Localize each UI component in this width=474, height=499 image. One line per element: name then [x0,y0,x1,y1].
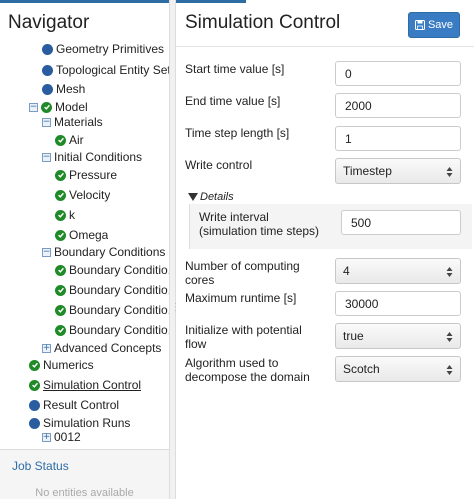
tree-item-boundary-condition[interactable]: Boundary Conditio... [55,281,169,299]
save-button-label: Save [427,19,454,31]
tree-item-advanced-concepts[interactable]: + Advanced Concepts [42,339,161,357]
save-button[interactable]: Save [408,12,460,38]
check-icon [55,169,66,181]
write-interval-input[interactable]: 500 [341,210,461,235]
write-interval-label: Write interval (simulation time steps) [199,210,320,238]
tree-item-mesh[interactable]: Mesh [42,80,85,98]
check-icon [55,209,66,221]
write-control-label: Write control [185,158,253,172]
tree-item-pressure[interactable]: Pressure [55,166,117,184]
collapse-triangle-icon [188,193,198,201]
check-icon [55,189,66,201]
check-icon [55,264,66,276]
page-title: Simulation Control [185,12,341,33]
computing-cores-value: 4 [343,264,350,278]
select-arrows-icon [446,365,453,375]
check-icon [55,324,66,336]
job-status-title[interactable]: Job Status [12,459,69,473]
tree-item-boundary-condition[interactable]: Boundary Conditio... [55,301,169,319]
divider [176,46,474,47]
end-time-label: End time value [s] [185,94,281,108]
status-dot-icon [42,43,53,55]
select-arrows-icon [446,267,453,277]
start-time-label: Start time value [s] [185,62,285,76]
panel-splitter[interactable]: ⋮ [169,0,181,499]
status-dot-icon [42,83,53,95]
expand-toggle-icon[interactable]: + [42,343,51,353]
job-status-section: Job Status No entities available [0,449,169,499]
tree-item-topological-entity-sets[interactable]: Topological Entity Sets [42,61,169,79]
simulation-control-panel: Simulation Control Save Start time value… [176,0,474,499]
start-time-input[interactable]: 0 [335,61,461,86]
computing-cores-label: Number of computing cores [185,259,300,287]
tree-item-boundary-condition[interactable]: Boundary Conditio... [55,321,169,339]
tree-item-boundary-condition[interactable]: Boundary Conditio... [55,261,169,279]
decompose-algorithm-value: Scotch [343,362,380,376]
tree-item-initial-conditions[interactable]: − Initial Conditions [42,148,142,166]
decompose-algorithm-select[interactable]: Scotch [335,356,461,382]
status-dot-icon [29,399,40,411]
check-icon [55,134,66,146]
expand-toggle-icon[interactable]: + [42,432,51,442]
write-control-select[interactable]: Timestep [335,158,461,184]
time-step-label: Time step length [s] [185,126,290,140]
collapse-toggle-icon[interactable]: − [42,117,51,127]
computing-cores-select[interactable]: 4 [335,258,461,284]
navigator-title: Navigator [8,12,90,33]
select-arrows-icon [446,167,453,177]
select-arrows-icon [446,332,453,342]
tree-item-materials[interactable]: − Materials [42,113,103,131]
check-icon [55,304,66,316]
tree-item-result-control[interactable]: Result Control [29,396,119,414]
check-icon [55,284,66,296]
max-runtime-input[interactable]: 30000 [335,291,461,316]
details-toggle[interactable]: Details [188,191,234,203]
collapse-toggle-icon[interactable]: − [42,152,51,162]
status-dot-icon [29,417,40,429]
collapse-toggle-icon[interactable]: − [29,102,38,112]
end-time-input[interactable]: 2000 [335,93,461,118]
collapse-toggle-icon[interactable]: − [42,247,51,257]
save-icon [414,20,425,30]
potential-flow-value: true [343,329,364,343]
write-control-value: Timestep [343,164,392,178]
tree-item-geometry-primitives[interactable]: Geometry Primitives [42,40,164,58]
tree-item-omega[interactable]: Omega [55,226,108,244]
potential-flow-select[interactable]: true [335,323,461,349]
potential-flow-label: Initialize with potential flow [185,323,302,351]
check-icon [29,359,40,371]
navigator-panel: Navigator Geometry Primitives Topologica… [0,0,169,499]
check-icon [29,379,40,391]
navigator-tree: Geometry Primitives Topological Entity S… [0,40,169,448]
panel-top-accent [176,0,474,3]
decompose-algorithm-label: Algorithm used to decompose the domain [185,356,310,384]
max-runtime-label: Maximum runtime [s] [185,291,297,305]
tree-item-boundary-conditions[interactable]: − Boundary Conditions [42,243,165,261]
job-status-empty-text: No entities available [35,487,134,499]
navigator-top-accent [0,0,169,3]
tree-item-air[interactable]: Air [55,131,84,149]
tree-item-simulation-control[interactable]: Simulation Control [29,376,141,394]
tree-item-numerics[interactable]: Numerics [29,356,94,374]
time-step-input[interactable]: 1 [335,126,461,151]
tree-item-velocity[interactable]: Velocity [55,186,110,204]
tree-item-run-0012[interactable]: + 0012 [42,428,81,446]
check-icon [41,101,52,113]
tree-item-k[interactable]: k [55,206,75,224]
status-dot-icon [42,64,53,76]
check-icon [55,229,66,241]
details-label: Details [200,191,234,203]
